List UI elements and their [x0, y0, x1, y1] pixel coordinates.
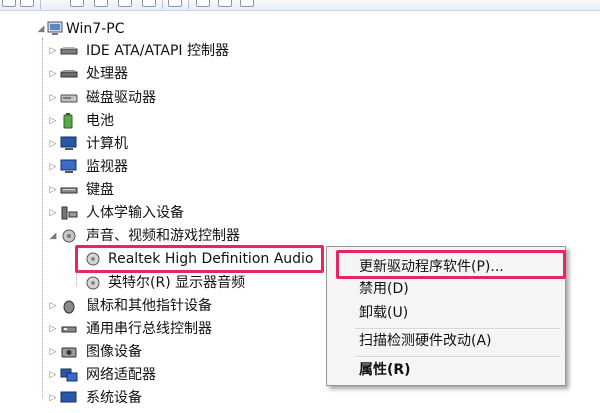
collapse-arrow-icon[interactable]: ◢ — [48, 225, 58, 247]
keyboard-icon — [60, 182, 78, 198]
menu-disable[interactable]: 禁用(D) — [327, 277, 565, 301]
expand-arrow-icon[interactable]: ▷ — [48, 179, 58, 201]
processor-icon — [60, 66, 78, 82]
expand-arrow-icon[interactable]: ▷ — [48, 341, 58, 363]
menu-uninstall[interactable]: 卸载(U) — [327, 301, 565, 325]
uninstall-toolbar-button[interactable] — [218, 0, 232, 7]
item-label: 计算机 — [86, 136, 128, 152]
tree-item-sound-video[interactable]: ◢ 声音、视频和游戏控制器 — [48, 225, 308, 247]
update-driver-highlight — [336, 250, 566, 279]
action-toolbar-button[interactable] — [142, 0, 156, 7]
tree-item-monitors[interactable]: ▷ 监视器 — [48, 156, 248, 178]
expand-arrow-icon[interactable]: ▷ — [48, 295, 58, 317]
expand-arrow-icon[interactable]: ▷ — [48, 387, 58, 409]
expand-arrow-icon[interactable]: ▷ — [48, 364, 58, 386]
network-icon — [60, 367, 78, 383]
audio-icon — [60, 228, 78, 244]
tree-item-keyboards[interactable]: ▷ 键盘 — [48, 179, 248, 201]
item-label: 磁盘驱动器 — [86, 90, 156, 106]
expand-arrow-icon[interactable]: ▷ — [48, 110, 58, 132]
mouse-icon — [60, 298, 78, 314]
computer-icon — [46, 21, 64, 37]
ide-controller-icon — [60, 43, 78, 59]
item-label: 英特尔(R) 显示器音频 — [108, 275, 246, 291]
disable-toolbar-button[interactable] — [240, 0, 254, 7]
tree-item-intel-display-audio[interactable]: 英特尔(R) 显示器音频 — [80, 272, 310, 294]
menu-properties[interactable]: 属性(R) — [327, 358, 565, 382]
tree-item-network[interactable]: ▷ 网络适配器 — [48, 364, 248, 386]
back-button[interactable] — [2, 0, 16, 7]
forward-button[interactable] — [20, 0, 34, 7]
show-hide-tree-button[interactable] — [70, 0, 84, 7]
item-label: 图像设备 — [86, 344, 142, 360]
computer-icon — [60, 136, 78, 152]
scan-toolbar-button[interactable] — [168, 0, 182, 7]
item-label: 声音、视频和游戏控制器 — [86, 228, 240, 244]
item-label: 处理器 — [86, 66, 128, 82]
item-label: 键盘 — [86, 182, 114, 198]
usb-icon — [60, 321, 78, 337]
camera-icon — [60, 344, 78, 360]
expand-arrow-icon[interactable]: ▷ — [48, 156, 58, 178]
item-label: 网络适配器 — [86, 367, 156, 383]
update-driver-toolbar-button[interactable] — [196, 0, 210, 7]
properties-toolbar-button[interactable] — [94, 0, 108, 7]
monitor-icon — [60, 159, 78, 175]
help-toolbar-button[interactable] — [118, 0, 132, 7]
tree-root[interactable]: ◢ Win7-PC — [36, 18, 236, 40]
item-label: 电池 — [86, 113, 114, 129]
tree-item-imaging[interactable]: ▷ 图像设备 — [48, 341, 248, 363]
tree-item-computer[interactable]: ▷ 计算机 — [48, 133, 248, 155]
speaker-icon — [84, 275, 102, 291]
tree-item-hid[interactable]: ▷ 人体学输入设备 — [48, 202, 268, 224]
hid-icon — [60, 205, 78, 221]
item-label: 系统设备 — [86, 390, 142, 406]
collapse-arrow-icon[interactable]: ◢ — [36, 18, 46, 40]
tree-item-mice[interactable]: ▷ 鼠标和其他指针设备 — [48, 295, 288, 317]
battery-icon — [60, 113, 78, 129]
item-label: 通用串行总线控制器 — [86, 321, 212, 337]
item-label: 人体学输入设备 — [86, 205, 184, 221]
item-label: 鼠标和其他指针设备 — [86, 298, 212, 314]
realtek-highlight — [75, 245, 324, 273]
tree-item-processor[interactable]: ▷ 处理器 — [48, 63, 248, 85]
item-label: IDE ATA/ATAPI 控制器 — [86, 43, 230, 59]
item-label: 监视器 — [86, 159, 128, 175]
expand-arrow-icon[interactable]: ▷ — [48, 40, 58, 62]
tree-item-disk-drives[interactable]: ▷ 磁盘驱动器 — [48, 87, 248, 109]
tree-item-system-devices[interactable]: ▷ 系统设备 — [48, 387, 248, 409]
expand-arrow-icon[interactable]: ▷ — [48, 133, 58, 155]
expand-arrow-icon[interactable]: ▷ — [48, 318, 58, 340]
expand-arrow-icon[interactable]: ▷ — [48, 87, 58, 109]
system-icon — [60, 390, 78, 406]
tree-item-ide[interactable]: ▷ IDE ATA/ATAPI 控制器 — [48, 40, 308, 62]
menu-scan[interactable]: 扫描检测硬件改动(A) — [327, 329, 565, 353]
expand-arrow-icon[interactable]: ▷ — [48, 202, 58, 224]
tree-item-usb[interactable]: ▷ 通用串行总线控制器 — [48, 318, 288, 340]
expand-arrow-icon[interactable]: ▷ — [48, 63, 58, 85]
tree-item-battery[interactable]: ▷ 电池 — [48, 110, 248, 132]
root-label: Win7-PC — [66, 21, 125, 37]
disk-drive-icon — [60, 90, 78, 106]
